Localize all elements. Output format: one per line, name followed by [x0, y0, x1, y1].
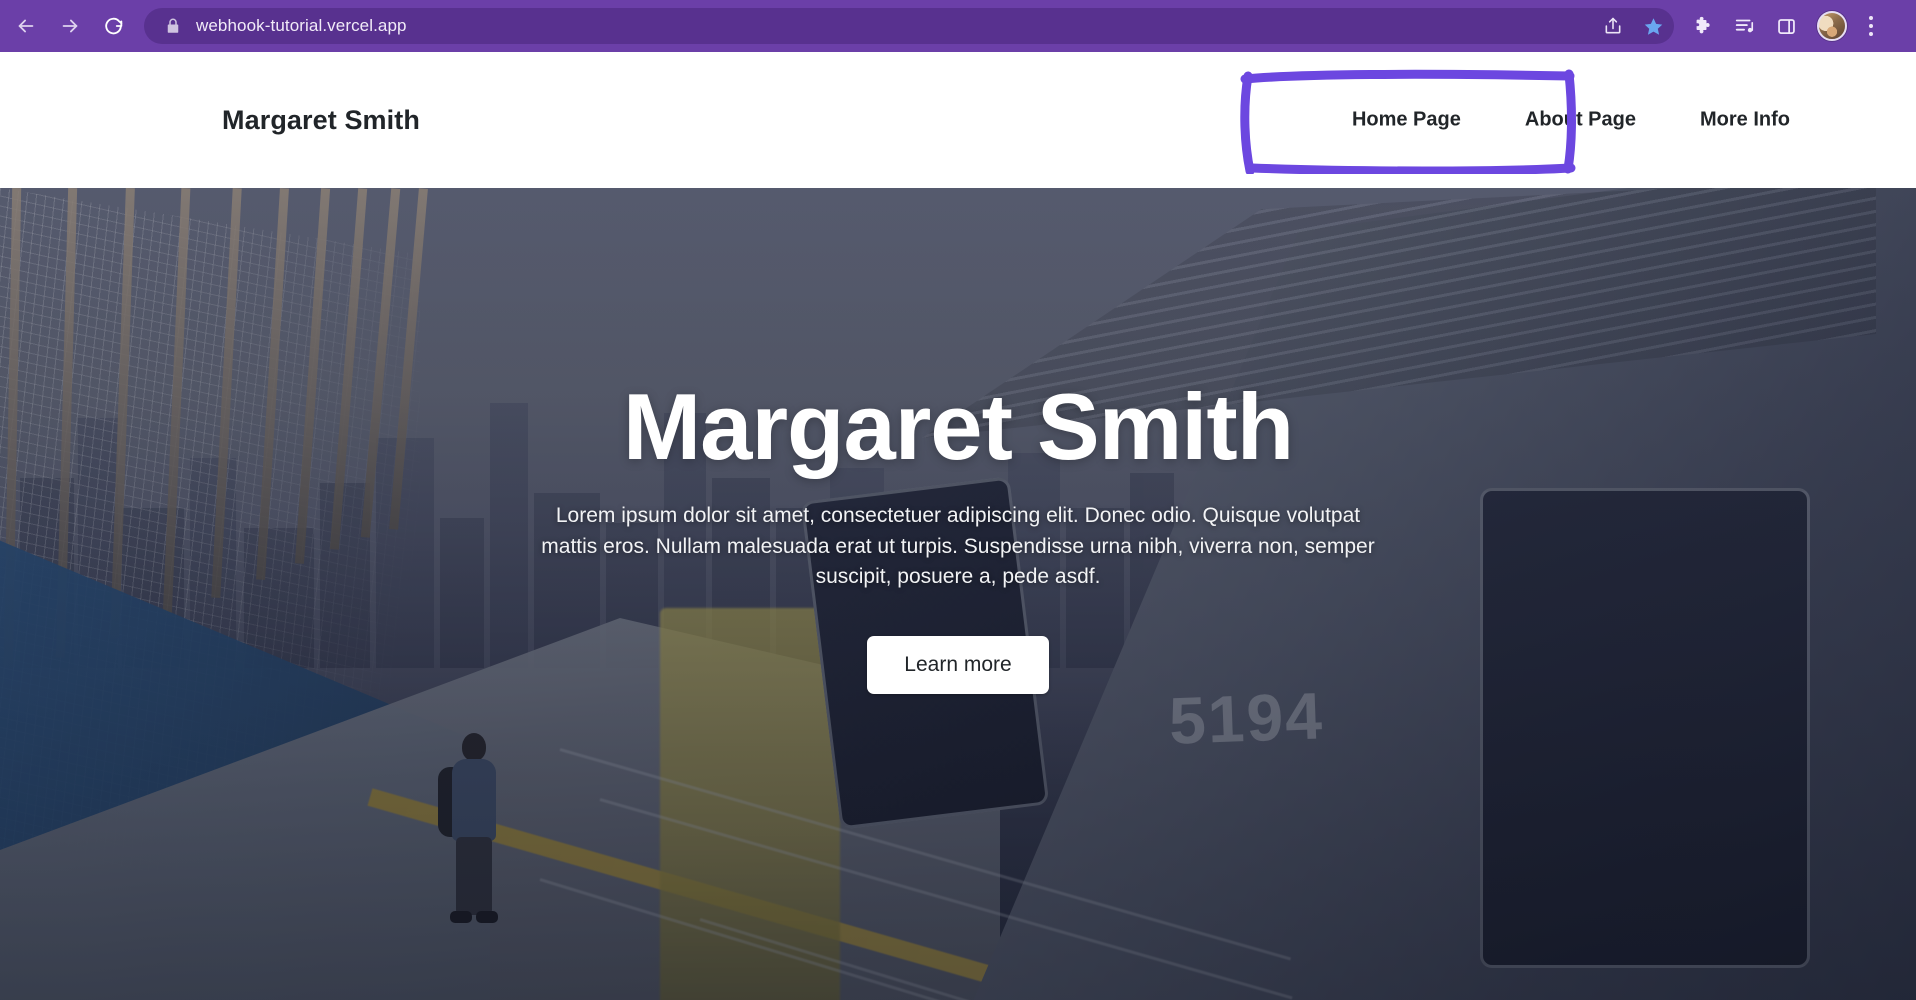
address-bar[interactable]: webhook-tutorial.vercel.app	[144, 8, 1674, 44]
avatar[interactable]	[1817, 11, 1847, 41]
browser-actions	[1692, 11, 1881, 41]
hero-title: Margaret Smith	[622, 374, 1294, 479]
lock-icon[interactable]	[164, 17, 182, 35]
nav-link-home-page[interactable]: Home Page	[1352, 109, 1461, 132]
hero-paragraph: Lorem ipsum dolor sit amet, consectetuer…	[541, 503, 1375, 589]
learn-more-button[interactable]: Learn more	[867, 636, 1049, 695]
hero-section: 5194 Margaret Smith Lorem ipsum dolor si…	[0, 188, 1916, 1000]
share-icon[interactable]	[1603, 16, 1623, 36]
main-navigation: Home Page About Page More Info	[1352, 109, 1790, 132]
nav-link-more-info[interactable]: More Info	[1700, 109, 1790, 132]
nav-link-about-page[interactable]: About Page	[1525, 109, 1636, 132]
browser-toolbar: webhook-tutorial.vercel.app	[0, 0, 1916, 52]
site-header: Margaret Smith Home Page About Page More…	[0, 52, 1916, 188]
back-icon[interactable]	[6, 6, 46, 46]
reading-list-icon[interactable]	[1734, 15, 1756, 37]
side-panel-icon[interactable]	[1776, 16, 1797, 37]
puzzle-piece-icon[interactable]	[1692, 15, 1714, 37]
star-icon[interactable]	[1643, 16, 1664, 37]
site-brand[interactable]: Margaret Smith	[222, 105, 420, 136]
hero-content: Margaret Smith Lorem ipsum dolor sit ame…	[0, 374, 1916, 695]
url-text: webhook-tutorial.vercel.app	[196, 16, 407, 35]
kebab-menu-icon[interactable]	[1867, 12, 1881, 40]
navigation-buttons	[6, 6, 134, 46]
omnibox-actions	[1603, 8, 1664, 44]
reload-icon[interactable]	[94, 6, 134, 46]
forward-icon[interactable]	[50, 6, 90, 46]
